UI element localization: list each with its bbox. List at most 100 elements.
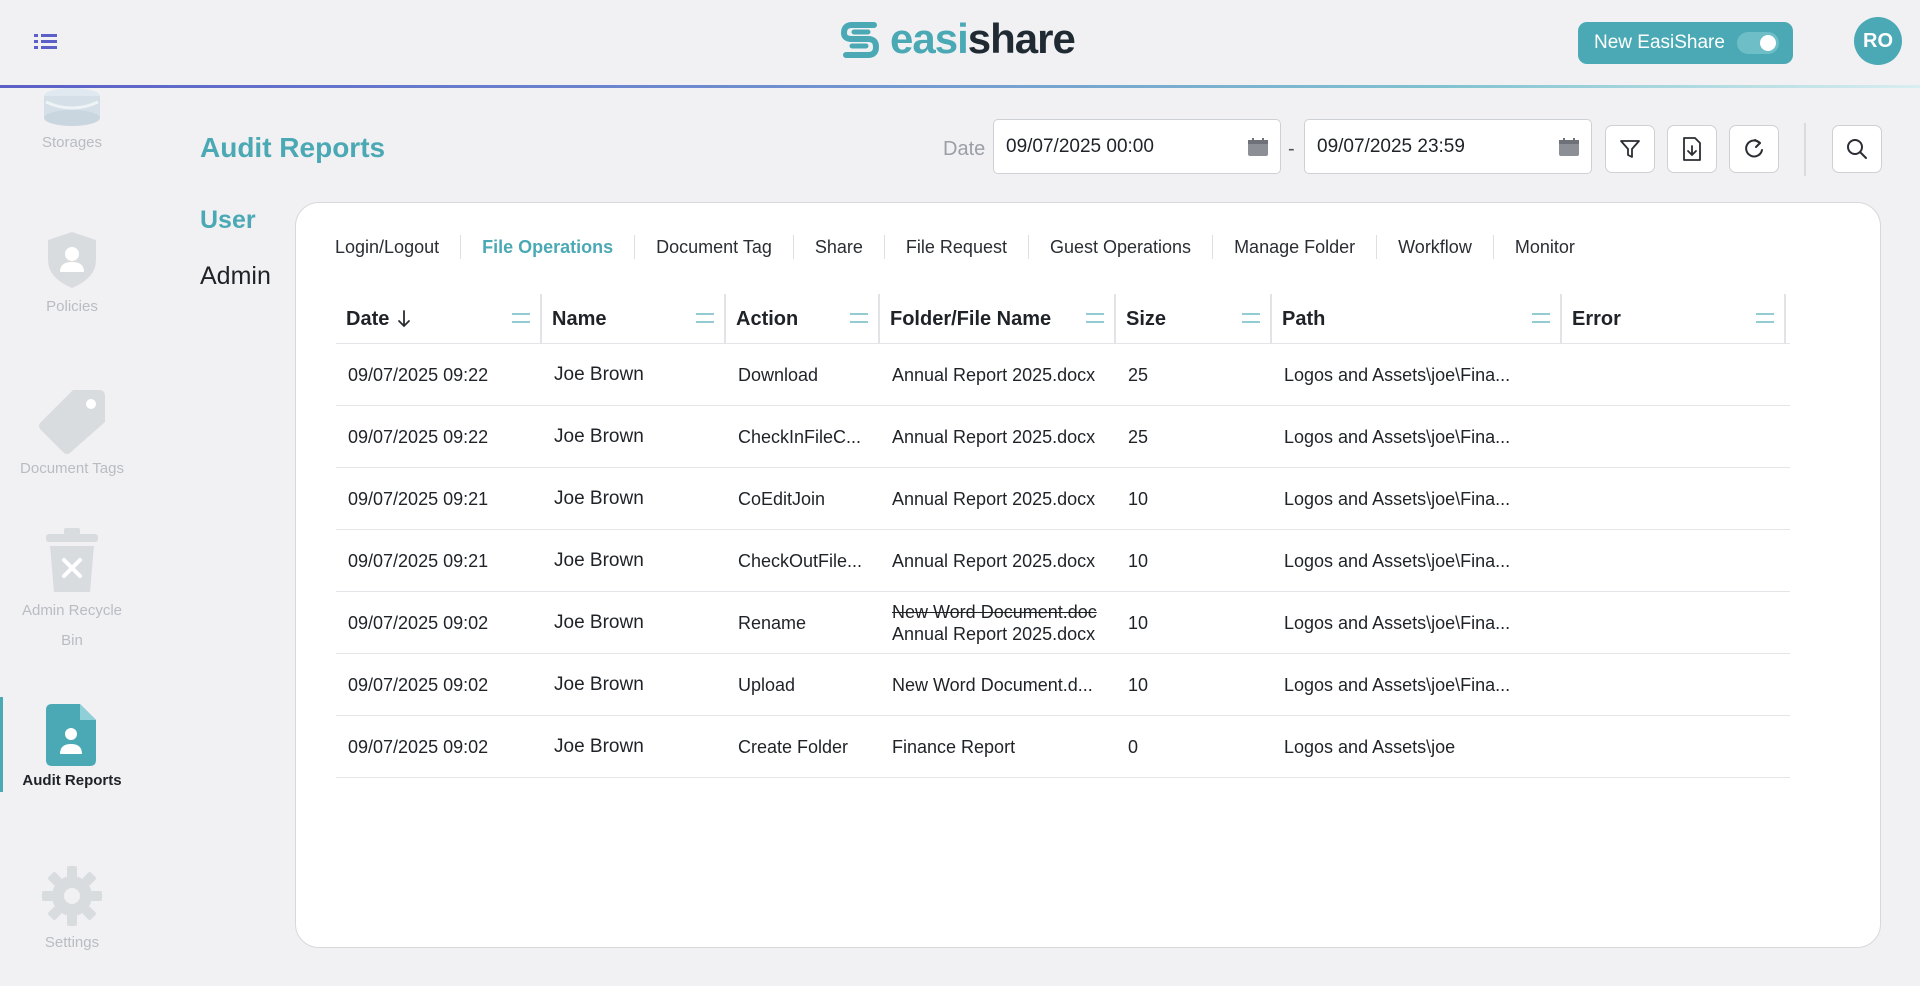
search-icon (1847, 139, 1867, 159)
cell-action: CheckInFileC... (738, 426, 862, 447)
sidebar-item-settings[interactable]: Settings (0, 864, 144, 958)
date-to-input[interactable]: 09/07/2025 23:59 (1304, 119, 1592, 174)
column-menu-icon[interactable] (512, 313, 530, 323)
table-row[interactable]: 09/07/2025 09:22 Joe Brown Download Annual … (336, 344, 1790, 406)
column-label: Path (1282, 307, 1326, 330)
cell-name: Joe Brown (554, 550, 644, 571)
easishare-logo[interactable]: easishare (838, 15, 1076, 62)
table-body: 09/07/2025 09:22 Joe Brown Download Annual … (336, 344, 1790, 778)
tab-share[interactable]: Share (792, 235, 884, 259)
cell-size: 0 (1128, 736, 1139, 757)
cell-name: Joe Brown (554, 364, 644, 385)
tab-file-request[interactable]: File Request (883, 235, 1028, 259)
cell-file: Annual Report 2025.docx (892, 364, 1096, 385)
cell-path: Logos and Assets\joe\Fina... (1284, 674, 1511, 695)
sidebar-item-document-tags[interactable]: Document Tags (0, 386, 144, 484)
sidebar-item-admin-recycle-bin[interactable]: Admin Recycle Bin (0, 528, 144, 656)
cell-date: 09/07/2025 09:22 (348, 364, 489, 385)
cell-error (1562, 406, 1782, 468)
subnav-admin[interactable]: Admin (200, 262, 271, 291)
sidebar-item-policies[interactable]: Policies (0, 228, 144, 322)
sidebar-item-label: Storages (41, 134, 103, 151)
column-header-size[interactable]: Size (1116, 294, 1272, 344)
column-header-folder-file-name[interactable]: Folder/File Name (880, 294, 1116, 344)
column-menu-icon[interactable] (1086, 313, 1104, 323)
table-row[interactable]: 09/07/2025 09:02 Joe Brown Rename New Word … (336, 592, 1790, 654)
calendar-icon[interactable] (1248, 138, 1268, 156)
column-label: Name (552, 307, 607, 330)
sort-down-icon[interactable] (397, 310, 411, 328)
cell-name: Joe Brown (554, 674, 644, 695)
cell-error (1562, 344, 1782, 406)
tab-workflow[interactable]: Workflow (1376, 235, 1493, 259)
refresh-button[interactable] (1729, 125, 1779, 173)
column-header-error[interactable]: Error (1562, 294, 1786, 344)
cell-path: Logos and Assets\joe\Fina... (1284, 612, 1511, 633)
cell-error (1562, 530, 1782, 592)
cell-size: 10 (1128, 550, 1149, 571)
column-menu-icon[interactable] (1242, 313, 1260, 323)
date-from-input[interactable]: 09/07/2025 00:00 (993, 119, 1281, 174)
toolbar-divider (1804, 123, 1806, 176)
cell-action: Create Folder (738, 736, 849, 757)
column-menu-icon[interactable] (1532, 313, 1550, 323)
subnav-user[interactable]: User (200, 206, 256, 235)
column-header-date[interactable]: Date (336, 294, 542, 344)
table-row[interactable]: 09/07/2025 09:21 Joe Brown CoEditJoin Annua… (336, 468, 1790, 530)
cell-action: Rename (738, 612, 807, 633)
tab-file-operations[interactable]: File Operations (460, 235, 634, 259)
sidebar-item-storages[interactable]: Storages (0, 88, 144, 158)
avatar[interactable]: RO (1854, 17, 1902, 65)
tab-manage-folder[interactable]: Manage Folder (1212, 235, 1376, 259)
tab-monitor[interactable]: Monitor (1492, 235, 1596, 259)
tag-icon (39, 390, 105, 454)
cell-size: 25 (1128, 364, 1149, 385)
cell-date: 09/07/2025 09:02 (348, 674, 489, 695)
tab-document-tag[interactable]: Document Tag (634, 235, 793, 259)
table-row[interactable]: 09/07/2025 09:02 Joe Brown Create Folder Fi… (336, 716, 1790, 778)
cell-name: Joe Brown (554, 426, 644, 447)
column-header-action[interactable]: Action (726, 294, 880, 344)
toggle-switch[interactable] (1737, 32, 1779, 54)
report-tabs: Login/Logout File Operations Document Ta… (335, 232, 1596, 262)
date-from-value: 09/07/2025 00:00 (1006, 135, 1154, 157)
cell-error (1562, 592, 1782, 654)
cell-name: Joe Brown (554, 488, 644, 509)
cell-size: 10 (1128, 612, 1149, 633)
export-button[interactable] (1667, 125, 1717, 173)
cell-error (1562, 654, 1782, 716)
logo-mark-icon (840, 22, 880, 58)
cell-error (1562, 468, 1782, 530)
column-header-path[interactable]: Path (1272, 294, 1562, 344)
column-menu-icon[interactable] (696, 313, 714, 323)
column-menu-icon[interactable] (1756, 313, 1774, 323)
cell-path: Logos and Assets\joe\Fina... (1284, 488, 1511, 509)
calendar-icon[interactable] (1559, 138, 1579, 156)
sidebar-item-audit-reports[interactable]: Audit Reports (0, 704, 144, 796)
filter-button[interactable] (1605, 125, 1655, 173)
active-indicator (0, 697, 3, 792)
column-menu-icon[interactable] (850, 313, 868, 323)
tab-guest-operations[interactable]: Guest Operations (1027, 235, 1212, 259)
cell-date: 09/07/2025 09:02 (348, 736, 489, 757)
column-label: Size (1126, 307, 1167, 330)
table-row[interactable]: 09/07/2025 09:21 Joe Brown CheckOutFile...… (336, 530, 1790, 592)
sidebar-item-label: Admin Recycle Bin (21, 602, 123, 649)
sidebar-item-label: Document Tags (20, 460, 124, 477)
new-easishare-toggle[interactable]: New EasiShare (1578, 22, 1793, 64)
table-row[interactable]: 09/07/2025 09:22 Joe Brown CheckInFileC...… (336, 406, 1790, 468)
logo-text-easi: easi (890, 15, 969, 62)
database-icon (44, 88, 100, 126)
cell-path: Logos and Assets\joe\Fina... (1284, 550, 1511, 571)
table-row[interactable]: 09/07/2025 09:02 Joe Brown Upload New Word … (336, 654, 1790, 716)
search-button[interactable] (1832, 125, 1882, 173)
trash-icon (46, 528, 98, 592)
cell-file: Finance Report (892, 736, 1016, 757)
cell-date: 09/07/2025 09:22 (348, 426, 489, 447)
gear-icon (42, 866, 102, 926)
column-header-name[interactable]: Name (542, 294, 726, 344)
tab-login-logout[interactable]: Login/Logout (335, 235, 460, 259)
filter-icon (1620, 140, 1640, 158)
menu-list-icon[interactable] (30, 28, 62, 54)
file-download-icon (1683, 137, 1701, 161)
